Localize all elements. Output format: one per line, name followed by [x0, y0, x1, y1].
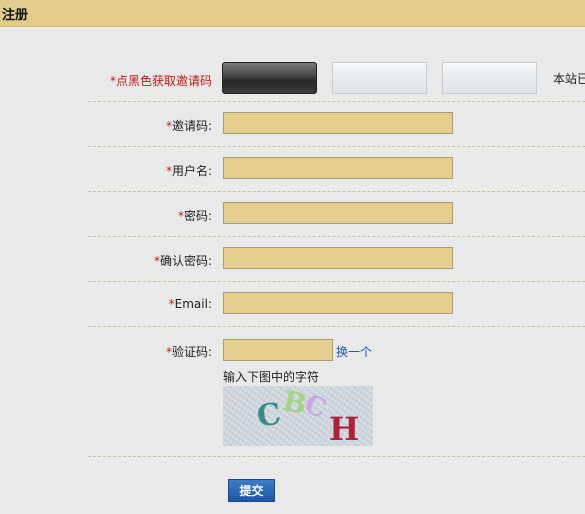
username-input[interactable]	[223, 157, 453, 179]
confirm-password-label: *确认密码:	[153, 254, 212, 268]
invite-option-button-1[interactable]	[332, 62, 427, 94]
confirm-password-input[interactable]	[223, 247, 453, 269]
invite-code-input[interactable]	[223, 112, 453, 134]
confirm-password-row: *确认密码:	[88, 236, 585, 282]
invite-code-row: *点黑色获取邀请码 本站已	[88, 62, 585, 102]
username-label: *用户名:	[165, 164, 212, 178]
invite-code-field-row: *邀请码:	[88, 101, 585, 147]
invite-code-prompt: *点黑色获取邀请码	[109, 74, 212, 88]
password-row: *密码:	[88, 191, 585, 237]
password-input[interactable]	[223, 202, 453, 224]
captcha-row: *验证码: 换一个 输入下图中的字符 C B C H	[88, 326, 585, 457]
captcha-char: H	[329, 410, 360, 446]
email-label: *Email:	[168, 297, 212, 311]
invite-code-label: *邀请码:	[165, 119, 212, 133]
captcha-label: *验证码:	[165, 345, 212, 359]
username-row: *用户名:	[88, 146, 585, 192]
invite-note-text: 本站已	[553, 72, 585, 86]
email-input[interactable]	[223, 292, 453, 314]
page-title: 注册	[2, 8, 29, 23]
header-bar: 注册	[0, 0, 585, 27]
captcha-image: C B C H	[223, 386, 373, 446]
invite-option-button-2[interactable]	[442, 62, 537, 94]
submit-button[interactable]: 提交	[228, 479, 275, 502]
get-invite-code-button[interactable]	[222, 62, 317, 94]
captcha-hint: 输入下图中的字符	[223, 370, 320, 384]
email-row: *Email:	[88, 281, 585, 327]
captcha-input[interactable]	[223, 339, 333, 361]
captcha-refresh-link[interactable]: 换一个	[336, 343, 372, 360]
password-label: *密码:	[177, 209, 212, 223]
